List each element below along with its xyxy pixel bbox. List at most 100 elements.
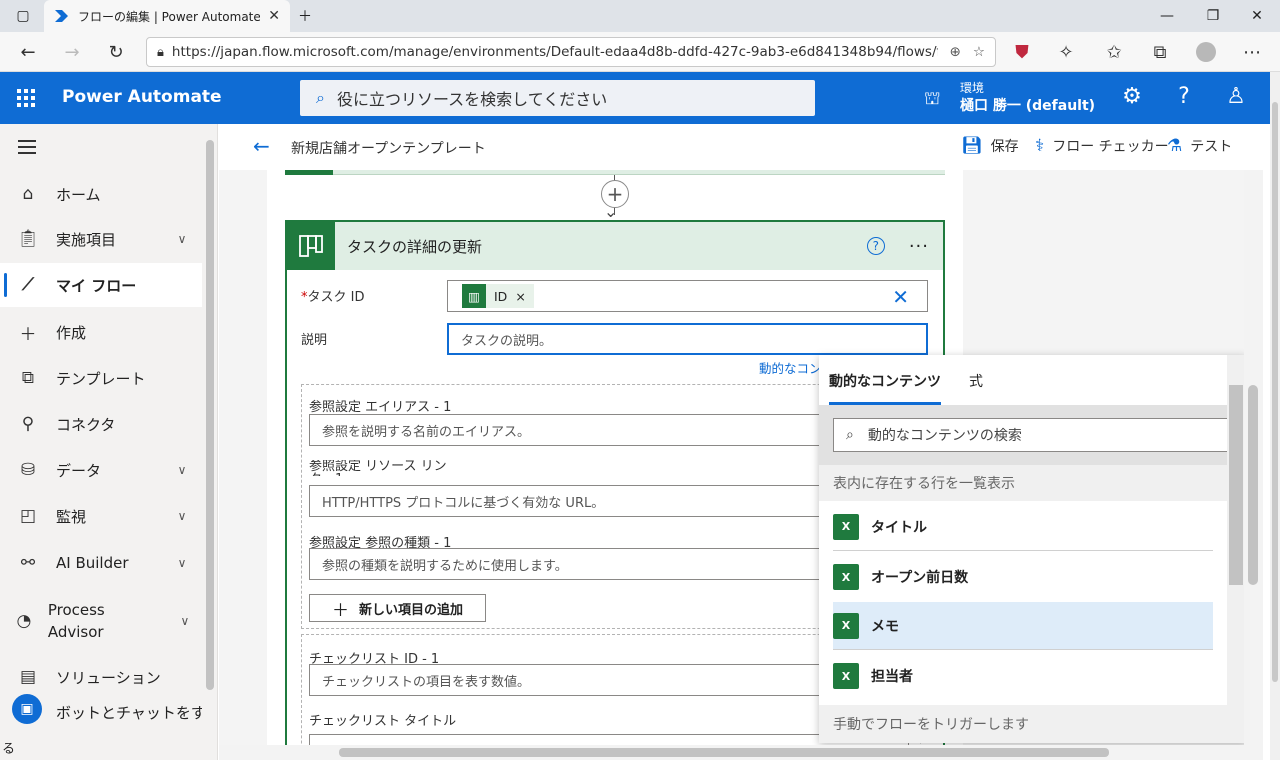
settings-gear-icon[interactable]: ⚙ (1118, 84, 1146, 109)
back-arrow-icon[interactable]: ← (253, 134, 270, 158)
ref-alias-label: 参照設定 エイリアス - 1 (309, 400, 452, 415)
page-vertical-scrollbar[interactable] (1270, 72, 1280, 760)
tab-title: フローの編集 | Power Automate (78, 9, 261, 24)
chatbot-badge-icon[interactable]: ▣ (12, 694, 42, 724)
tab-actions-icon[interactable]: ▢ (0, 0, 46, 32)
chevron-down-icon[interactable]: ∨ (162, 232, 202, 246)
flask-icon: ⚗ (1167, 136, 1183, 156)
token-label: ID (494, 288, 508, 304)
search-icon: ⌕ (846, 427, 854, 443)
card-header[interactable]: タスクの詳細の更新 ? ··· (287, 222, 943, 270)
extension-shield-icon[interactable]: ⛊ (1006, 36, 1038, 68)
save-label: 保存 (990, 139, 1019, 155)
browser-menu-icon[interactable]: ⋯ (1236, 36, 1268, 68)
refresh-icon[interactable]: ↻ (100, 36, 132, 68)
home-icon: ⌂ (22, 184, 34, 204)
add-new-item-button[interactable]: ＋ 新しい項目の追加 (309, 594, 487, 622)
token-remove-icon[interactable]: × (515, 289, 525, 304)
minimize-icon[interactable]: — (1144, 0, 1190, 32)
favorite-add-icon[interactable]: ☆ (973, 44, 985, 60)
new-tab-icon[interactable]: ＋ (282, 0, 328, 32)
help-icon[interactable]: ? (1170, 84, 1198, 109)
dynamic-content-search-input[interactable]: ⌕ 動的なコンテンツの検索 (833, 418, 1231, 452)
canvas-vertical-scrollbar[interactable] (1244, 170, 1263, 745)
canvas-horizontal-scrollbar[interactable] (219, 745, 1263, 760)
close-window-icon[interactable]: ✕ (1234, 0, 1280, 32)
excel-icon: X (833, 663, 859, 689)
profile-avatar[interactable] (1190, 36, 1222, 68)
id-token[interactable]: ▥ ID × (462, 284, 534, 308)
chevron-down-icon[interactable]: ∨ (162, 463, 202, 477)
process-icon: ◔ (16, 611, 32, 631)
section-manual-trigger[interactable]: 手動でフローをトリガーします (819, 705, 1227, 743)
forward-icon[interactable]: → (56, 36, 88, 68)
previous-step-card[interactable] (285, 170, 945, 175)
database-icon: ⛁ (20, 460, 36, 480)
dynamic-item-days-before-open[interactable]: X オープン前日数 (833, 553, 1213, 601)
tab-dynamic-content[interactable]: 動的なコンテンツ (829, 371, 941, 405)
nav-label: Process Advisor (47, 601, 105, 641)
nav-label: データ (56, 461, 102, 480)
save-button[interactable]: 💾︎ 保存 (961, 136, 1019, 156)
account-icon[interactable]: ♙ (1222, 84, 1250, 109)
ref-link-placeholder: HTTP/HTTPS プロトコルに基づく有効な URL。 (322, 495, 605, 511)
stethoscope-icon: ⚕ (1035, 136, 1045, 156)
task-id-field[interactable]: ▥ ID × ✕ (447, 280, 928, 312)
nav-item-ai-builder[interactable]: ⚯ AI Builder ∨ (0, 541, 202, 585)
section-list-rows[interactable]: 表内に存在する行を一覧表示 (819, 465, 1227, 501)
dynamic-item-title[interactable]: X タイトル (833, 503, 1213, 551)
nav-label: AI Builder (56, 554, 129, 572)
nav-overflow-text: る (2, 742, 16, 757)
environment-name[interactable]: 樋口 勝一 (default) (960, 95, 1095, 115)
restore-icon[interactable]: ❐ (1190, 0, 1236, 32)
plus-icon: ＋ (19, 324, 37, 345)
nav-item-data[interactable]: ⛁ データ ∨ (0, 448, 202, 492)
clear-field-icon[interactable]: ✕ (892, 285, 909, 309)
hamburger-menu-icon[interactable] (18, 140, 36, 158)
nav-item-action-items[interactable]: 📋︎ 実施項目 ∨ (0, 217, 202, 261)
add-dynamic-content-link[interactable]: 動的なコンテンツの追加 (759, 358, 819, 377)
left-navigation: ⌂ ホーム 📋︎ 実施項目 ∨ ⟋ マイ フロー ＋ 作成 ⧉ テンプレート ⚲… (0, 124, 218, 760)
chevron-down-icon[interactable]: ∨ (168, 614, 202, 628)
description-input[interactable]: タスクの説明。 (447, 323, 928, 355)
chevron-down-icon[interactable]: ∨ (162, 556, 202, 570)
checklist-title-label: チェックリスト タイトル - 1 (309, 714, 457, 728)
environment-label: 環境 (960, 81, 985, 95)
favorites-icon[interactable]: ✩ (1098, 36, 1130, 68)
tab-expression[interactable]: 式 (969, 371, 983, 405)
nav-item-connectors[interactable]: ⚲ コネクタ (0, 402, 202, 446)
collections-icon[interactable]: ⧉ (1144, 36, 1176, 68)
dynamic-item-assignee[interactable]: X 担当者 (833, 652, 1213, 700)
extensions-icon[interactable]: ✧ (1050, 36, 1082, 68)
test-button[interactable]: ⚗ テスト (1167, 136, 1232, 156)
help-circle-icon[interactable]: ? (866, 237, 885, 255)
more-options-icon[interactable]: ··· (909, 236, 929, 257)
app-brand[interactable]: Power Automate (62, 87, 222, 107)
dynamic-item-memo[interactable]: X メモ (833, 602, 1213, 650)
description-label: 説明 (301, 333, 328, 348)
plus-icon: ＋ (332, 600, 349, 621)
nav-scrollbar[interactable] (203, 124, 217, 760)
nav-item-monitor[interactable]: ◰ 監視 ∨ (0, 494, 202, 538)
lock-icon: 🔒︎ (157, 44, 164, 60)
zoom-icon[interactable]: ⊕ (950, 44, 961, 60)
browser-tab[interactable]: フローの編集 | Power Automate ✕ (44, 0, 290, 32)
nav-item-my-flows[interactable]: ⟋ マイ フロー (0, 263, 202, 307)
url-input[interactable]: 🔒︎ https://japan.flow.microsoft.com/mana… (146, 37, 996, 67)
nav-item-templates[interactable]: ⧉ テンプレート (0, 356, 202, 400)
chevron-down-icon[interactable]: ∨ (162, 509, 202, 523)
ref-type-placeholder: 参照の種類を説明するために使用します。 (322, 558, 568, 574)
back-icon[interactable]: ← (12, 36, 44, 68)
nav-item-create[interactable]: ＋ 作成 (0, 310, 202, 354)
nav-item-process-advisor[interactable]: ◔ Process Advisor ∨ (0, 598, 202, 644)
ai-icon: ⚯ (20, 553, 36, 573)
flow-icon: ⟋ (22, 275, 34, 295)
nav-item-home[interactable]: ⌂ ホーム (0, 172, 202, 216)
flow-checker-button[interactable]: ⚕ フロー チェッカー (1035, 136, 1169, 156)
dynamic-item-label: 担当者 (871, 669, 913, 685)
app-launcher-icon[interactable] (14, 86, 38, 110)
tab-close-icon[interactable]: ✕ (268, 8, 280, 24)
excel-icon: X (833, 564, 859, 590)
resource-search-input[interactable]: ⌕ 役に立つリソースを検索してください (300, 80, 815, 116)
resource-search-placeholder: 役に立つリソースを検索してください (336, 90, 608, 109)
